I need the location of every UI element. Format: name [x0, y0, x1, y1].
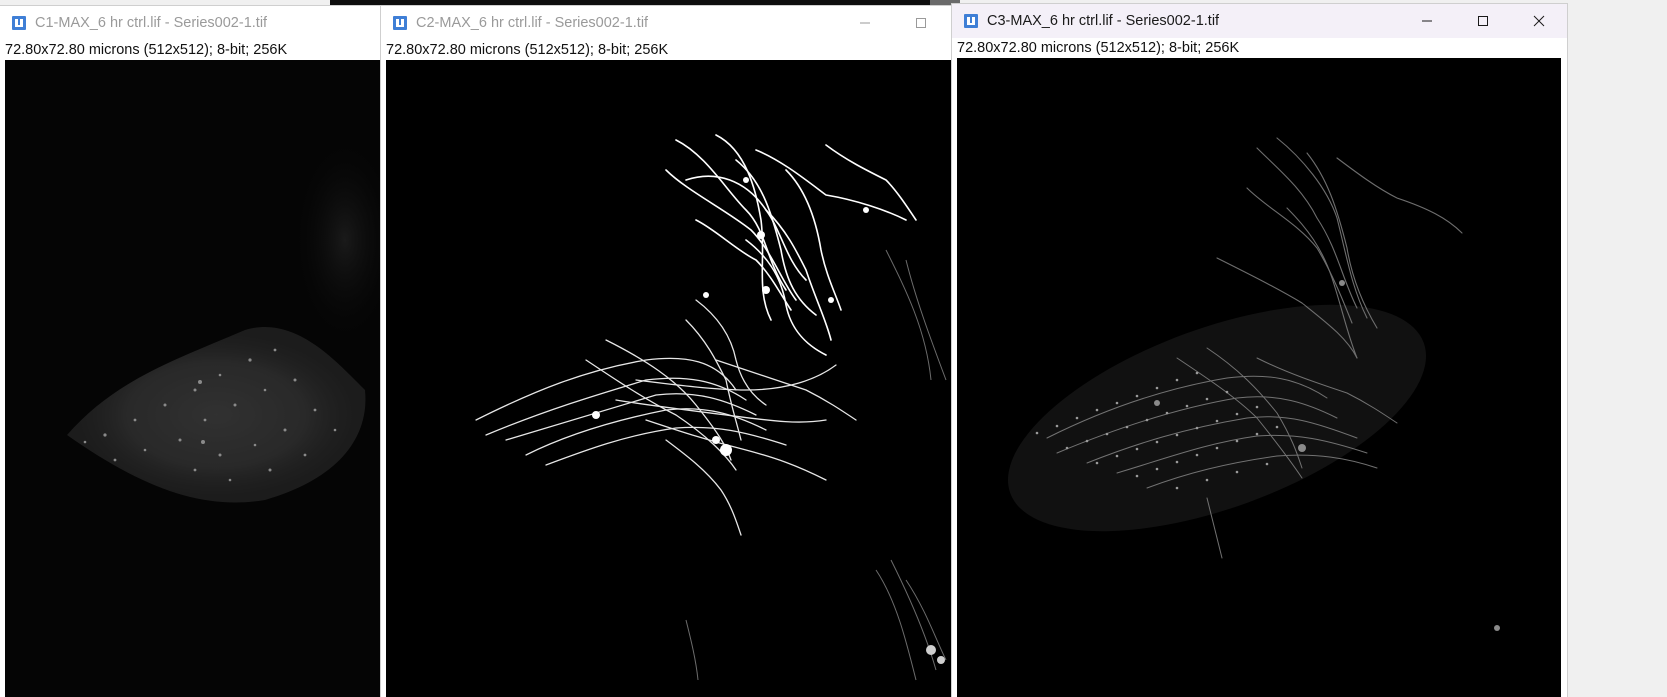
imagej-icon [392, 15, 408, 31]
minimize-button[interactable] [837, 6, 893, 40]
close-icon [1533, 15, 1545, 27]
imagej-icon [963, 13, 979, 29]
close-button[interactable] [1511, 4, 1567, 38]
window-titlebar[interactable]: C3-MAX_6 hr ctrl.lif - Series002-1.tif [952, 4, 1567, 38]
minimize-icon [860, 22, 870, 24]
image-info: 72.80x72.80 microns (512x512); 8-bit; 25… [5, 42, 288, 58]
image-window-c2[interactable]: C2-MAX_6 hr ctrl.lif - Series002-1.tif 7… [381, 6, 953, 697]
maximize-icon [1478, 16, 1488, 26]
window-title: C3-MAX_6 hr ctrl.lif - Series002-1.tif [987, 13, 1220, 29]
minimize-icon [1422, 20, 1432, 22]
window-titlebar[interactable]: C1-MAX_6 hr ctrl.lif - Series002-1.tif [0, 6, 383, 40]
image-info: 72.80x72.80 microns (512x512); 8-bit; 25… [386, 42, 669, 58]
maximize-button[interactable] [893, 6, 949, 40]
imagej-icon [11, 15, 27, 31]
image-window-c1[interactable]: C1-MAX_6 hr ctrl.lif - Series002-1.tif 7… [0, 6, 383, 697]
window-title: C2-MAX_6 hr ctrl.lif - Series002-1.tif [416, 15, 649, 31]
minimize-button[interactable] [1399, 4, 1455, 38]
image-canvas[interactable] [386, 60, 951, 697]
maximize-icon [916, 18, 926, 28]
image-window-c3[interactable]: C3-MAX_6 hr ctrl.lif - Series002-1.tif 7… [952, 4, 1567, 697]
image-info: 72.80x72.80 microns (512x512); 8-bit; 25… [957, 40, 1240, 56]
window-title: C1-MAX_6 hr ctrl.lif - Series002-1.tif [35, 15, 268, 31]
image-canvas[interactable] [957, 58, 1561, 697]
image-canvas[interactable] [5, 60, 382, 697]
window-titlebar[interactable]: C2-MAX_6 hr ctrl.lif - Series002-1.tif [381, 6, 953, 40]
maximize-button[interactable] [1455, 4, 1511, 38]
